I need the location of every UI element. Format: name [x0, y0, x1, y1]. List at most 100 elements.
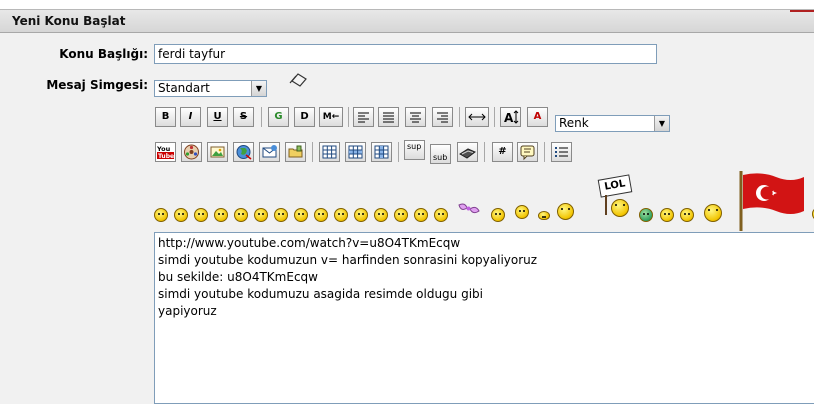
glow-button[interactable]: G [268, 107, 289, 127]
message-icon-select-value: Standart [158, 81, 210, 95]
panel-title: Yeni Konu Başlat [12, 14, 126, 28]
toolbar-separator [544, 142, 545, 162]
devil-smiley-icon[interactable] [660, 208, 674, 222]
message-textarea[interactable]: http://www.youtube.com/watch?v=u8O4TKmEc… [154, 232, 814, 404]
message-icon-select[interactable]: Standart ▼ [154, 80, 267, 97]
smiley-icon[interactable] [680, 208, 694, 222]
toolbar-separator [398, 142, 399, 162]
top-strip [0, 0, 814, 9]
toolbar-separator [312, 142, 313, 162]
smiley-icon[interactable] [214, 208, 228, 222]
smiley-icon[interactable] [334, 208, 348, 222]
chevron-down-icon[interactable]: ▼ [654, 116, 669, 131]
font-size-icon: A [504, 110, 519, 125]
email-icon [262, 145, 277, 158]
image-button[interactable] [207, 142, 228, 162]
color-select[interactable]: Renk ▼ [555, 115, 670, 132]
youtube-button[interactable]: You Tube [155, 142, 176, 162]
table-button[interactable] [319, 142, 340, 162]
folder-icon [288, 145, 303, 158]
subscript-button[interactable]: sub [430, 144, 451, 164]
toolbar-separator [348, 107, 349, 127]
smiley-icon[interactable] [254, 208, 268, 222]
align-left-icon [358, 112, 369, 123]
link-button[interactable] [233, 142, 254, 162]
smiley-icon[interactable] [414, 208, 428, 222]
smiley-icon[interactable] [314, 208, 328, 222]
waving-smiley-icon[interactable] [557, 203, 574, 220]
svg-text:A: A [504, 111, 514, 125]
sign-pole [605, 195, 607, 215]
shadow-button[interactable]: D [294, 107, 315, 127]
message-line: http://www.youtube.com/watch?v=u8O4TKmEc… [158, 236, 461, 250]
table-icon [322, 145, 337, 159]
font-color-button[interactable]: A [527, 107, 548, 127]
lol-sign-icon[interactable]: LOL [597, 173, 635, 223]
smiley-icon[interactable] [154, 208, 168, 222]
panel-header: Yeni Konu Başlat [0, 9, 814, 33]
smiley-icon[interactable] [174, 208, 188, 222]
lips-smiley-icon[interactable] [538, 211, 550, 220]
font-size-button[interactable]: A [500, 107, 521, 127]
smiley-icon[interactable] [354, 208, 368, 222]
align-justify-button[interactable] [378, 107, 399, 127]
align-center-button[interactable] [405, 107, 426, 127]
form-panel: Konu Başlığı: Mesaj Simgesi: Standart ▼ … [0, 33, 814, 404]
table-row-button[interactable] [345, 142, 366, 162]
film-reel-icon [184, 144, 199, 160]
list-button[interactable] [551, 142, 572, 162]
align-left-button[interactable] [353, 107, 374, 127]
toolbar-separator [261, 107, 262, 127]
svg-text:Tube: Tube [158, 153, 174, 160]
smiley-icon[interactable] [491, 208, 505, 222]
list-icon [555, 147, 568, 157]
align-justify-icon [383, 112, 394, 123]
quote-button[interactable] [517, 142, 538, 162]
smiley-icon[interactable] [394, 208, 408, 222]
smiley-icon[interactable] [274, 208, 288, 222]
post-icon-preview-icon [289, 73, 307, 87]
bow-ribbon-icon[interactable] [455, 199, 483, 219]
message-line: bu sekilde: u8O4TKmEcqw [158, 270, 318, 284]
align-right-icon [437, 112, 448, 123]
table-column-icon [374, 145, 389, 159]
email-link-button[interactable] [259, 142, 280, 162]
attachment-button[interactable] [285, 142, 306, 162]
header-accent [790, 10, 814, 12]
turkish-flag-icon[interactable] [736, 169, 806, 233]
image-icon [210, 146, 225, 158]
smiley-icon[interactable] [434, 208, 448, 222]
svg-text:You: You [156, 145, 171, 153]
hash-button[interactable]: # [492, 142, 513, 162]
superscript-button[interactable]: sup [404, 140, 425, 160]
smiley-icon[interactable] [194, 208, 208, 222]
sick-smiley-icon[interactable] [639, 208, 653, 222]
sleeping-smiley-icon[interactable] [515, 205, 529, 219]
subject-input[interactable] [154, 44, 657, 64]
smiley-icon[interactable] [294, 208, 308, 222]
table-column-button[interactable] [371, 142, 392, 162]
smiley-icon[interactable] [374, 208, 388, 222]
smiley-icon[interactable] [234, 208, 248, 222]
quote-bubble-icon [520, 145, 535, 161]
horizontal-arrows-icon [468, 113, 486, 121]
chevron-down-icon[interactable]: ▼ [251, 81, 266, 96]
marquee-button[interactable]: M← [319, 107, 343, 127]
code-button[interactable] [457, 142, 478, 162]
underline-button[interactable]: U [207, 107, 228, 127]
dancing-smiley-icon[interactable] [704, 204, 722, 222]
flash-button[interactable] [181, 142, 202, 162]
color-select-value: Renk [559, 116, 589, 130]
toolbar-separator [494, 107, 495, 127]
subject-label: Konu Başlığı: [59, 47, 148, 61]
align-right-button[interactable] [432, 107, 453, 127]
horizontal-rule-button[interactable] [465, 107, 489, 127]
keyboard-icon [459, 148, 476, 159]
message-line: simdi youtube kodumuzun v= harfinden son… [158, 253, 538, 267]
bold-button[interactable]: B [155, 107, 176, 127]
strikethrough-button[interactable]: S [233, 107, 254, 127]
italic-button[interactable]: I [180, 107, 201, 127]
lol-sign-text: LOL [597, 174, 633, 198]
toolbar-separator [484, 142, 485, 162]
message-line: yapiyoruz [158, 304, 217, 318]
